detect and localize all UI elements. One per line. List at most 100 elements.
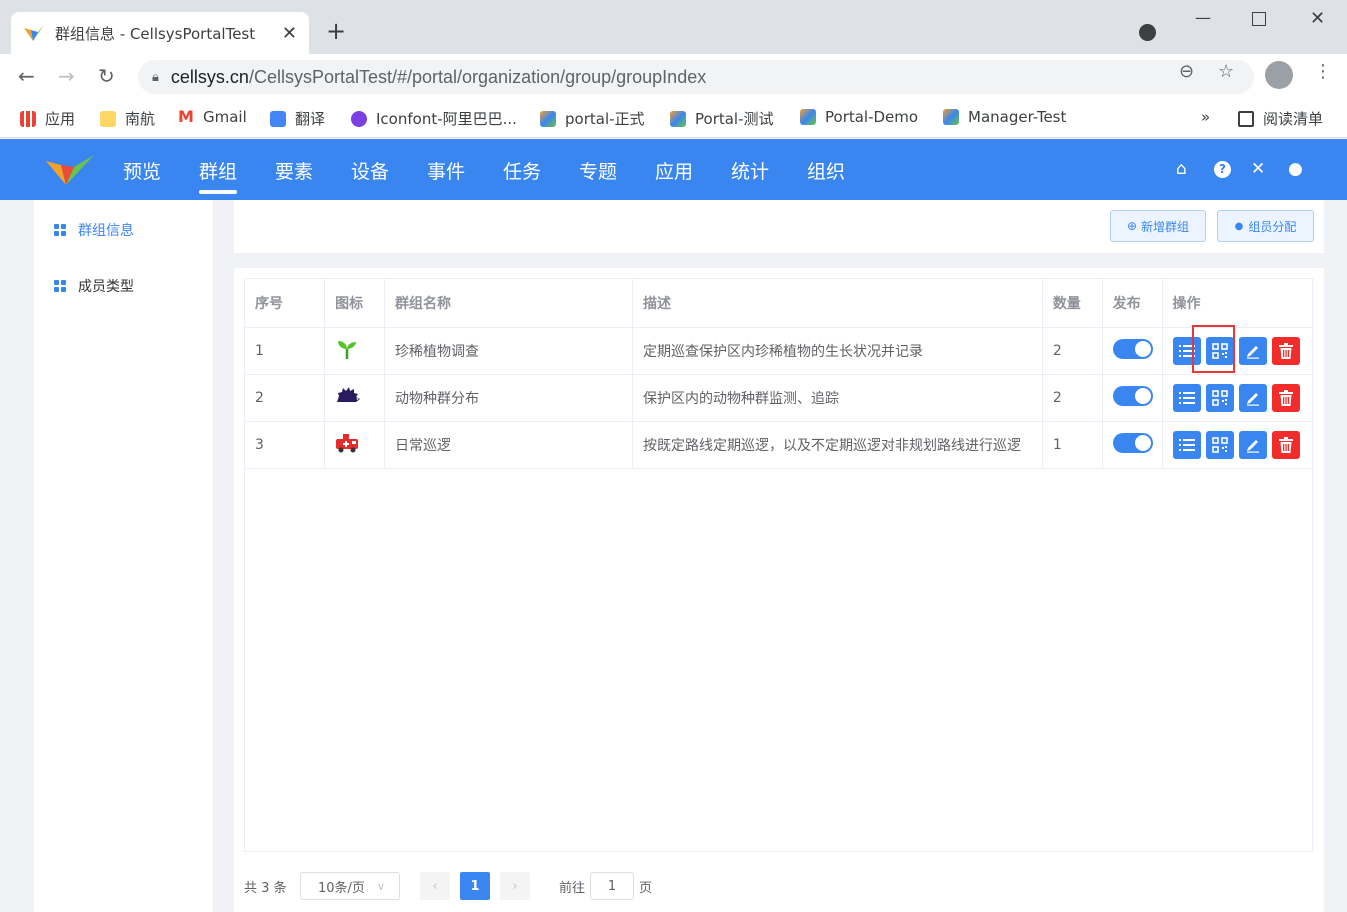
nav-preview[interactable]: 预览 xyxy=(123,157,161,184)
assign-members-button[interactable]: ● 组员分配 xyxy=(1217,210,1314,242)
chevron-down-icon: ∨ xyxy=(376,879,385,893)
cell-description: 按既定路线定期巡逻，以及不定期巡逻对非规划路线进行巡逻 xyxy=(632,421,1043,469)
total-count: 共 3 条 xyxy=(244,881,287,896)
cell-icon xyxy=(324,421,385,469)
bookmark-portal-demo[interactable]: Portal-Demo xyxy=(800,108,918,126)
help-icon[interactable]: ? xyxy=(1214,161,1231,178)
cell-name: 珍稀植物调查 xyxy=(384,327,633,375)
plus-circle-icon: ⊕ xyxy=(1126,219,1138,233)
app-logo[interactable] xyxy=(44,153,96,187)
delete-button[interactable] xyxy=(1271,383,1300,412)
list-button[interactable] xyxy=(1172,383,1201,412)
cell-actions xyxy=(1162,327,1312,375)
side-item-group-info[interactable]: 群组信息 xyxy=(54,220,134,240)
browser-tab[interactable]: 群组信息 - CellsysPortalTest ✕ xyxy=(11,12,309,54)
user-icon[interactable]: ● xyxy=(1288,159,1303,179)
bookmarks-more[interactable]: » xyxy=(1201,108,1210,126)
publish-toggle[interactable] xyxy=(1112,432,1153,453)
trash-icon xyxy=(1278,342,1293,359)
action-bar: ⊕ 新增群组 ● 组员分配 xyxy=(234,200,1324,253)
profile-avatar[interactable] xyxy=(1265,61,1293,89)
ambulance-icon xyxy=(336,433,359,452)
publish-toggle[interactable] xyxy=(1112,338,1153,359)
gmail-icon: M xyxy=(178,107,194,126)
nav-apps[interactable]: 应用 xyxy=(655,157,693,184)
cell-icon xyxy=(324,327,385,375)
bookmarks-bar: 应用 南航 M Gmail 翻译 Iconfont-阿里巴巴... portal… xyxy=(0,100,1347,138)
menu-dots-icon[interactable]: ⋮ xyxy=(1314,61,1332,82)
bookmark-translate[interactable]: 翻译 xyxy=(270,108,325,129)
home-icon[interactable]: ⌂ xyxy=(1176,159,1187,179)
lock-icon: 🔒︎ xyxy=(152,69,159,84)
edit-button[interactable] xyxy=(1238,383,1267,412)
nav-groups[interactable]: 群组 xyxy=(199,157,238,194)
bookmark-star-icon[interactable]: ☆ xyxy=(1218,61,1234,82)
edit-icon xyxy=(1246,439,1259,453)
header-index[interactable]: 序号 xyxy=(245,279,326,328)
nav-organization[interactable]: 组织 xyxy=(807,157,845,184)
publish-toggle[interactable] xyxy=(1112,385,1153,406)
bookmark-apps[interactable]: 应用 xyxy=(20,108,75,129)
reading-list[interactable]: 阅读清单 xyxy=(1238,108,1323,129)
zoom-icon[interactable]: ⊖ xyxy=(1179,61,1194,82)
bookmark-nanhang[interactable]: 南航 xyxy=(100,108,155,129)
qrcode-button[interactable] xyxy=(1205,383,1234,412)
header-description[interactable]: 描述 xyxy=(632,279,1043,328)
nav-topics[interactable]: 专题 xyxy=(579,157,617,184)
edit-button[interactable] xyxy=(1238,430,1267,459)
edit-icon xyxy=(1246,392,1259,406)
cell-index: 1 xyxy=(245,327,326,375)
add-group-button[interactable]: ⊕ 新增群组 xyxy=(1110,210,1206,242)
bookmark-iconfont[interactable]: Iconfont-阿里巴巴... xyxy=(351,108,517,129)
back-icon[interactable]: ← xyxy=(18,64,35,88)
edit-button[interactable] xyxy=(1238,336,1267,365)
bookmark-manager-test[interactable]: Manager-Test xyxy=(943,108,1066,126)
iconfont-icon xyxy=(351,110,367,127)
grid-icon xyxy=(54,280,66,292)
cell-name: 动物种群分布 xyxy=(384,374,633,422)
list-button[interactable] xyxy=(1172,430,1201,459)
bookmark-gmail[interactable]: M Gmail xyxy=(178,108,247,126)
header-published[interactable]: 发布 xyxy=(1102,279,1163,328)
tab-title: 群组信息 - CellsysPortalTest xyxy=(55,24,256,43)
delete-button[interactable] xyxy=(1271,430,1300,459)
bookmark-portal-test[interactable]: Portal-测试 xyxy=(670,108,774,129)
bookmark-portal-prod[interactable]: portal-正式 xyxy=(540,108,645,129)
cell-actions xyxy=(1162,374,1312,422)
page-number-button[interactable]: 1 xyxy=(460,872,490,900)
nav-devices[interactable]: 设备 xyxy=(351,157,389,184)
delete-button[interactable] xyxy=(1271,336,1300,365)
qrcode-button[interactable] xyxy=(1205,430,1234,459)
header-name[interactable]: 群组名称 xyxy=(384,279,633,328)
header-icon[interactable]: 图标 xyxy=(324,279,385,328)
app-logo-icon xyxy=(943,109,959,125)
minimize-icon[interactable]: — xyxy=(1195,8,1211,27)
forward-icon[interactable]: → xyxy=(58,64,75,88)
reload-icon[interactable]: ↻ xyxy=(98,64,115,88)
cell-description: 定期巡查保护区内珍稀植物的生长状况并记录 xyxy=(632,327,1043,375)
close-window-icon[interactable]: ✕ xyxy=(1310,8,1325,29)
header-actions[interactable]: 操作 xyxy=(1162,279,1312,328)
maximize-icon[interactable] xyxy=(1252,12,1266,26)
tools-icon[interactable]: ✕ xyxy=(1251,159,1265,179)
tab-close-icon[interactable]: ✕ xyxy=(282,23,297,44)
nav-elements[interactable]: 要素 xyxy=(275,157,313,184)
side-item-member-types[interactable]: 成员类型 xyxy=(54,276,134,296)
goto-page-input[interactable]: 1 xyxy=(590,872,634,900)
table-row: 3 日常巡逻 按既定路线定期巡逻，以及不定期巡逻对非规划路线进行巡逻 1 xyxy=(245,421,1312,469)
address-bar[interactable]: 🔒︎ cellsys.cn/CellsysPortalTest/#/portal… xyxy=(138,60,1254,94)
next-page-button[interactable]: › xyxy=(500,872,530,900)
new-tab-icon[interactable]: + xyxy=(326,18,346,44)
prev-page-button[interactable]: ‹ xyxy=(420,872,450,900)
page-size-select[interactable]: 10条/页 ∨ xyxy=(300,872,400,900)
cell-count: 2 xyxy=(1042,327,1103,375)
cell-published xyxy=(1102,327,1163,375)
nav-events[interactable]: 事件 xyxy=(427,157,465,184)
cell-description: 保护区内的动物种群监测、追踪 xyxy=(632,374,1043,422)
tab-search-icon[interactable] xyxy=(1139,24,1156,41)
nav-statistics[interactable]: 统计 xyxy=(731,157,769,184)
apps-grid-icon xyxy=(20,110,36,127)
nav-tasks[interactable]: 任务 xyxy=(503,157,541,184)
hedgehog-icon xyxy=(337,386,361,402)
header-count[interactable]: 数量 xyxy=(1042,279,1103,328)
